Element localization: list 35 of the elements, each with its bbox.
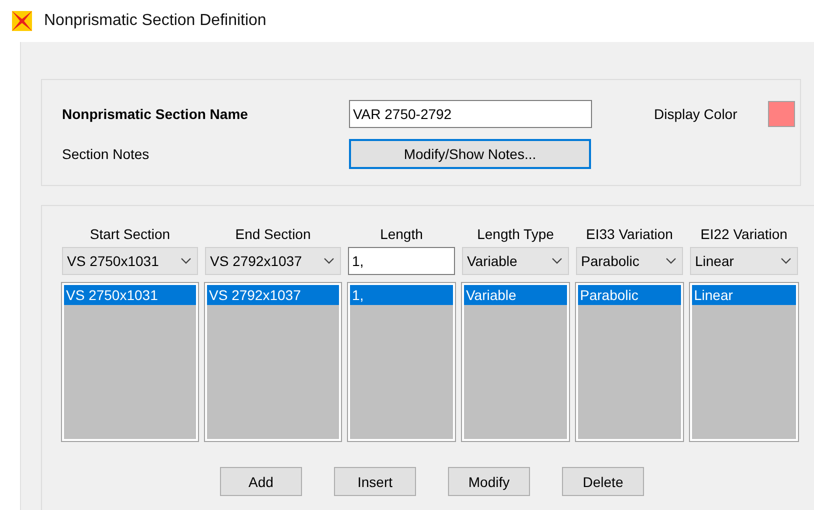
list-item[interactable]: Parabolic [578,285,681,305]
list-item[interactable]: VS 2750x1031 [64,285,196,305]
column-header: Length Type [477,226,554,244]
section-name-field[interactable]: VAR 2750-2792 [349,100,592,128]
chevron-icon [552,258,562,264]
chevron-icon [181,258,191,264]
action-button[interactable]: Delete [562,467,644,496]
dropdown[interactable]: VS 2750x1031 [62,247,198,275]
section-name-label: Nonprismatic Section Name [62,106,249,122]
section-notes-label: Section Notes [62,146,150,162]
dropdown[interactable]: VS 2792x1037 [205,247,341,275]
action-button[interactable]: Add [220,467,302,496]
column-header: EI33 Variation [586,226,673,244]
dropdown[interactable]: Linear [690,247,798,275]
action-button[interactable]: Insert [334,467,416,496]
action-button[interactable]: Modify [448,467,530,496]
column-header: Start Section [90,226,170,244]
chevron-icon [781,258,791,264]
list-item[interactable]: Linear [692,285,796,305]
chevron-icon [666,258,676,264]
column-header: Length [380,226,423,244]
display-color-swatch[interactable] [768,101,795,127]
dropdown[interactable]: Parabolic [576,247,683,275]
length-field[interactable]: 1, [348,247,455,275]
notes-button[interactable]: Modify/Show Notes... [349,139,591,169]
column-header: EI22 Variation [700,226,788,244]
list-item[interactable]: 1, [350,285,453,305]
column-header: End Section [235,226,311,244]
window-title: Nonprismatic Section Definition [44,12,266,30]
dropdown[interactable]: Variable [462,247,569,275]
chevron-icon [324,258,334,264]
list-item[interactable]: VS 2792x1037 [207,285,339,305]
display-color-label: Display Color [654,106,738,122]
list-item[interactable]: Variable [464,285,567,305]
app-logo-icon [11,10,33,32]
